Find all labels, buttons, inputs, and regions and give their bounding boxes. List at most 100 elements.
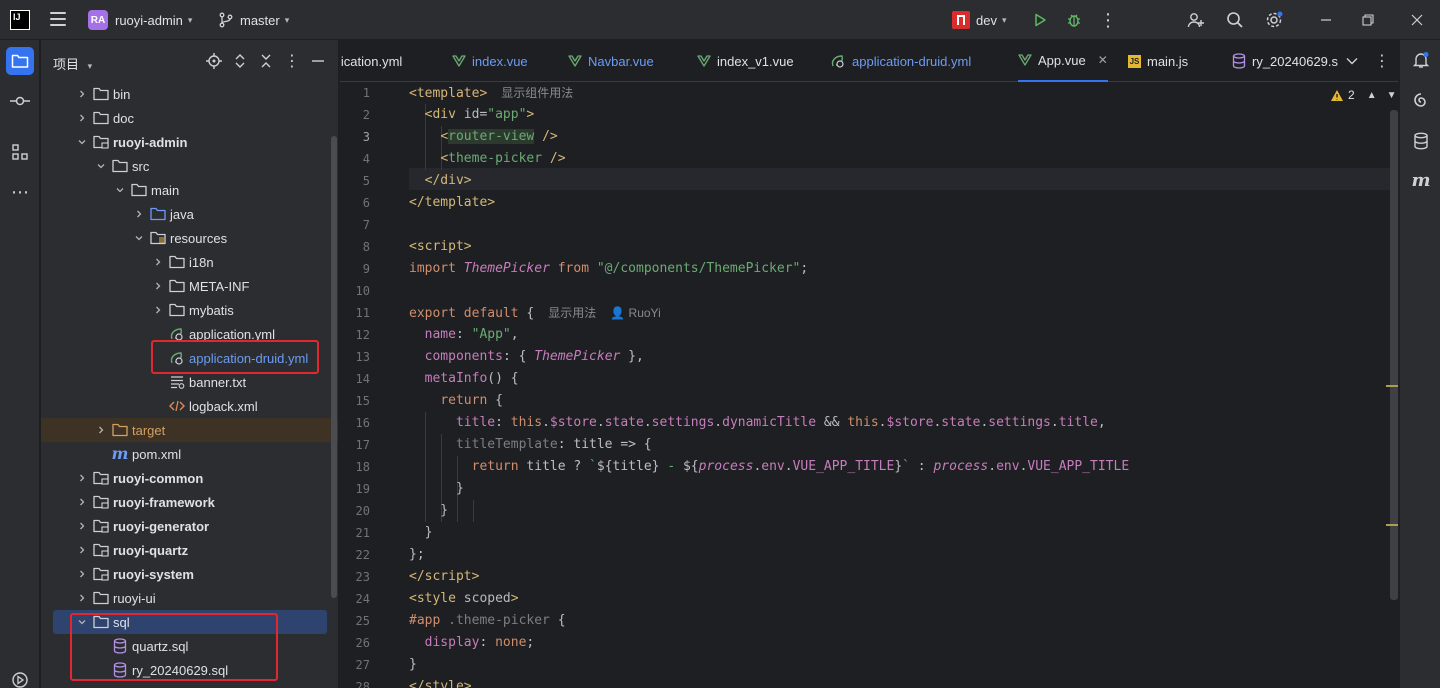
restore-window-icon[interactable] <box>1356 8 1380 32</box>
chevron-down-icon[interactable] <box>75 615 89 629</box>
run-config-selector[interactable]: dev ▾ <box>952 0 1007 40</box>
notifications-icon[interactable] <box>1409 48 1433 72</box>
search-icon[interactable] <box>1223 8 1247 32</box>
chevron-right-icon[interactable] <box>75 567 89 581</box>
chevron-right-icon[interactable] <box>75 111 89 125</box>
tree-node-ruoyi-quartz[interactable]: ruoyi-quartz <box>41 538 331 562</box>
tree-node-main[interactable]: main <box>41 178 331 202</box>
tree-node-resources[interactable]: resources <box>41 226 331 250</box>
minimize-window-icon[interactable] <box>1314 8 1338 32</box>
editor-tab[interactable]: Navbar.vue <box>568 40 654 82</box>
editor-scrollbar[interactable] <box>1390 110 1398 600</box>
project-scrollbar[interactable] <box>331 136 337 598</box>
chevron-down-icon[interactable] <box>94 159 108 173</box>
tree-node-application-druid-yml[interactable]: application-druid.yml <box>41 346 331 370</box>
tree-node-logback-xml[interactable]: logback.xml <box>41 394 331 418</box>
tree-node-ruoyi-framework[interactable]: ruoyi-framework <box>41 490 331 514</box>
tree-node-doc[interactable]: doc <box>41 106 331 130</box>
editor-tab[interactable]: ry_20240629.s <box>1232 40 1338 82</box>
editor-tab[interactable]: index_v1.vue <box>697 40 794 82</box>
more-actions-icon[interactable]: ⋮ <box>1096 8 1120 32</box>
warning-marker[interactable] <box>1386 524 1398 526</box>
chevron-right-icon[interactable] <box>151 279 165 293</box>
code-area[interactable]: <template> 显示组件用法 <div id="app"> <router-… <box>409 82 1398 688</box>
main-menu-icon[interactable] <box>50 12 66 26</box>
editor-tab[interactable]: JS main.js <box>1128 40 1188 82</box>
tree-node-label: src <box>132 158 150 174</box>
database-icon[interactable] <box>1409 129 1433 153</box>
chevron-down-icon[interactable] <box>113 183 127 197</box>
chevron-right-icon[interactable] <box>151 255 165 269</box>
warning-marker[interactable] <box>1386 385 1398 387</box>
tree-node-ruoyi-common[interactable]: ruoyi-common <box>41 466 331 490</box>
close-window-icon[interactable] <box>1405 8 1429 32</box>
tree-node-ruoyi-generator[interactable]: ruoyi-generator <box>41 514 331 538</box>
folder-icon <box>93 110 109 126</box>
commit-tool-icon[interactable] <box>6 87 34 115</box>
chevron-right-icon[interactable] <box>94 423 108 437</box>
ai-assistant-icon[interactable] <box>1409 88 1433 112</box>
project-badge[interactable]: RA <box>88 10 108 30</box>
tree-node-mybatis[interactable]: mybatis <box>41 298 331 322</box>
run-tool-icon[interactable] <box>6 666 34 688</box>
maven-icon[interactable]: m <box>1409 168 1433 192</box>
collapse-all-icon[interactable] <box>257 52 275 70</box>
project-tool-icon[interactable] <box>6 47 34 75</box>
tree-node-meta-inf[interactable]: META-INF <box>41 274 331 298</box>
tree-node-target[interactable]: target <box>41 418 338 442</box>
tree-node-ruoyi-ui[interactable]: ruoyi-ui <box>41 586 331 610</box>
editor-tab[interactable]: application-druid.yml <box>830 40 971 82</box>
project-switcher[interactable]: ruoyi-admin ▾ <box>115 0 192 40</box>
tree-node-bin[interactable]: bin <box>41 82 331 106</box>
chevron-right-icon[interactable] <box>132 207 146 221</box>
tree-node-i18n[interactable]: i18n <box>41 250 331 274</box>
tree-node-label: java <box>170 206 194 222</box>
tab-list-chevron-icon[interactable] <box>1346 40 1358 82</box>
intellij-logo-icon[interactable]: IJ <box>10 10 30 30</box>
tree-node-sql[interactable]: sql <box>53 610 327 634</box>
hide-panel-icon[interactable] <box>309 52 327 70</box>
editor-tab[interactable]: index.vue <box>452 40 528 82</box>
chevron-right-icon[interactable] <box>75 87 89 101</box>
tab-actions-icon[interactable]: ⋮ <box>1374 40 1390 82</box>
tree-node-ruoyi-admin[interactable]: ruoyi-admin <box>41 130 331 154</box>
line-number-gutter: 1 2 3 4 5 6 7 8 9 10 11 12 13 14 15 16 17 18 19 20 21 22 23 24 2… <box>340 82 398 688</box>
code-line: <theme-picker /> <box>440 151 566 166</box>
chevron-right-icon[interactable] <box>75 591 89 605</box>
usage-hint[interactable]: 显示用法 <box>548 306 596 320</box>
editor-tab[interactable]: App.vue ✕ <box>1018 40 1108 82</box>
editor-tab[interactable]: lication.yml <box>340 40 402 82</box>
expand-all-icon[interactable] <box>231 52 249 70</box>
branch-switcher[interactable]: master ▾ <box>218 0 289 40</box>
code-line: title: this.$store.state.settings.dynami… <box>455 415 1106 430</box>
tree-node-quartz-sql[interactable]: quartz.sql <box>41 634 331 658</box>
author-hint[interactable]: 👤 RuoYi <box>610 306 661 320</box>
chevron-right-icon[interactable] <box>151 303 165 317</box>
usage-hint[interactable]: 显示组件用法 <box>501 86 573 100</box>
chevron-right-icon[interactable] <box>75 543 89 557</box>
more-tools-icon[interactable]: ⋯ <box>6 178 34 206</box>
options-icon[interactable]: ⋮ <box>283 52 301 70</box>
tree-node-banner-txt[interactable]: banner.txt <box>41 370 331 394</box>
tree-node-ry-20240629-sql[interactable]: ry_20240629.sql <box>41 658 331 682</box>
tree-node-java[interactable]: java <box>41 202 331 226</box>
chevron-right-icon[interactable] <box>75 519 89 533</box>
tree-node-label: ruoyi-framework <box>113 494 215 510</box>
tree-node-application-yml[interactable]: application.yml <box>41 322 331 346</box>
chevron-right-icon[interactable] <box>75 471 89 485</box>
chevron-right-icon[interactable] <box>75 495 89 509</box>
project-view-selector[interactable]: 项目 ▾ <box>53 54 92 73</box>
run-config-name: dev <box>976 12 997 28</box>
locate-file-icon[interactable] <box>205 52 223 70</box>
debug-icon[interactable] <box>1062 8 1086 32</box>
tree-node-pom-xml[interactable]: m pom.xml <box>41 442 331 466</box>
structure-tool-icon[interactable] <box>6 138 34 166</box>
tree-node-ruoyi-system[interactable]: ruoyi-system <box>41 562 331 586</box>
run-icon[interactable] <box>1028 8 1052 32</box>
chevron-down-icon[interactable] <box>132 231 146 245</box>
close-tab-icon[interactable]: ✕ <box>1098 53 1108 67</box>
tree-node-src[interactable]: src <box>41 154 331 178</box>
add-user-icon[interactable] <box>1184 8 1208 32</box>
chevron-down-icon[interactable] <box>75 135 89 149</box>
settings-gear-icon[interactable] <box>1262 8 1286 32</box>
